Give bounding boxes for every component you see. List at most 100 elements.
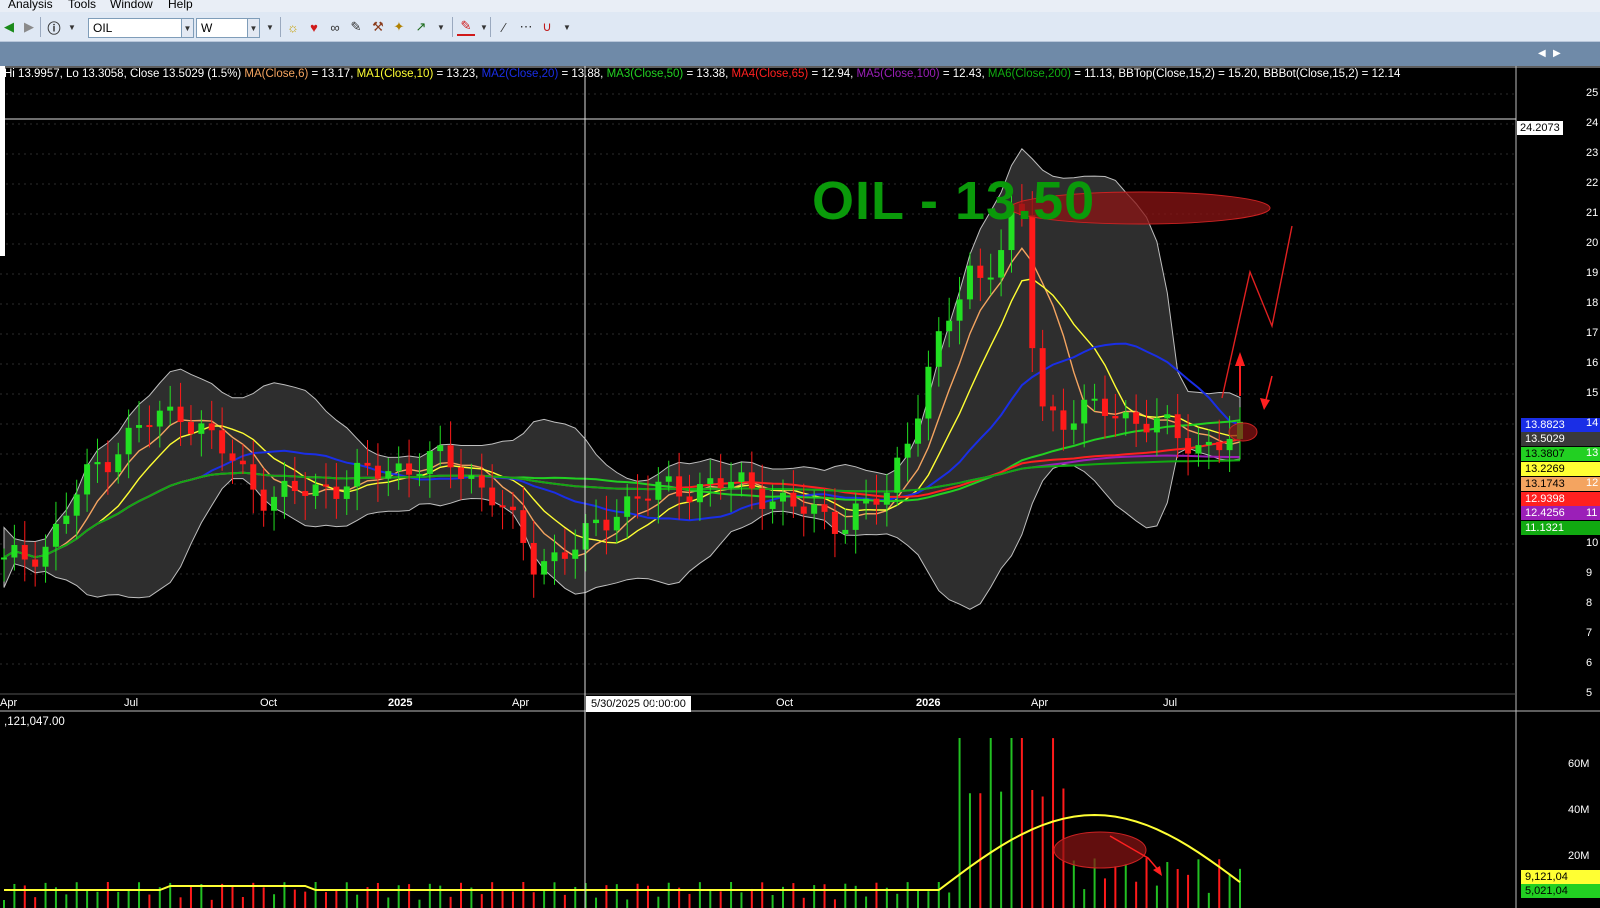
legend-label: MA6(Close,200) <box>987 68 1071 80</box>
volume-legend: ,121,047.00 <box>4 716 65 728</box>
export-icon[interactable]: ↗ <box>412 18 430 36</box>
toolbar-separator <box>452 17 453 37</box>
y-axis-label: 22 <box>1586 177 1599 189</box>
menu-analysis[interactable]: Analysis <box>8 0 53 11</box>
line-tool-icon[interactable]: ∕ <box>495 18 513 36</box>
candle-body <box>863 498 870 504</box>
legend-label: BBTop(Close,15,2) <box>1118 68 1215 80</box>
candle-body <box>229 453 236 461</box>
legend-label: MA5(Close,100) <box>856 68 940 80</box>
menu-tools[interactable]: Tools <box>68 0 96 11</box>
sun-icon[interactable]: ☼ <box>284 18 302 36</box>
candle-body <box>935 331 942 367</box>
legend-value: = 12.14 <box>1358 68 1401 80</box>
legend-value: = 15.20, <box>1214 68 1264 80</box>
candle-body <box>125 427 132 455</box>
x-axis-label: Jul <box>1163 697 1178 709</box>
legend-label: MA4(Close,65) <box>731 68 809 80</box>
symbol-combo[interactable]: OIL ▼ <box>88 18 194 38</box>
toolbar-separator <box>280 17 281 37</box>
interval-value: W <box>201 21 213 35</box>
menu-window[interactable]: Window <box>110 0 153 11</box>
magnet-icon[interactable]: ∪ <box>538 18 556 36</box>
y-axis-label: 19 <box>1586 267 1599 279</box>
candle-body <box>1050 406 1057 411</box>
candle-body <box>271 496 278 511</box>
candle-body <box>1122 412 1129 419</box>
price-tag: 13.2269 <box>1521 462 1600 476</box>
candle-body <box>1112 415 1119 419</box>
candle-body <box>1185 438 1192 454</box>
info-dropdown-icon[interactable]: ▼ <box>63 18 81 36</box>
chevron-down-icon[interactable]: ▼ <box>181 19 193 37</box>
eraser-icon[interactable]: ✎ <box>347 18 365 36</box>
interval-combo[interactable]: W ▼ <box>196 18 260 38</box>
y-axis-label: 21 <box>1586 207 1599 219</box>
dotted-line-icon[interactable]: ⋯ <box>516 18 534 36</box>
back-icon[interactable]: ◀ <box>0 18 18 36</box>
candle-body <box>1153 418 1160 433</box>
candle-body <box>198 423 205 434</box>
candle-body <box>1143 423 1150 433</box>
glasses-icon[interactable]: ∞ <box>326 18 344 36</box>
candle-body <box>291 480 298 492</box>
candle-body <box>406 463 413 475</box>
candle-body <box>250 464 257 490</box>
y-axis-label: 18 <box>1586 297 1599 309</box>
y-axis-label: 25 <box>1586 87 1599 99</box>
candle-body <box>499 505 506 508</box>
legend-label: MA2(Close,20) <box>481 68 559 80</box>
heart-icon[interactable]: ♥ <box>305 18 323 36</box>
candle-body <box>52 523 59 547</box>
magic-wand-icon[interactable]: ✦ <box>390 18 408 36</box>
candle-body <box>478 475 485 488</box>
hammer-icon[interactable]: ⚒ <box>369 18 387 36</box>
candle-body <box>655 481 662 500</box>
candle-body <box>208 423 215 431</box>
candle-body <box>530 542 537 575</box>
magnet-dropdown-icon[interactable]: ▼ <box>558 18 576 36</box>
scroll-left-icon[interactable]: ◀ <box>1538 48 1546 59</box>
candle-body <box>634 496 641 499</box>
candle-body <box>73 494 80 516</box>
candle-body <box>873 498 880 505</box>
candle-body <box>707 478 714 485</box>
candle-body <box>728 481 735 489</box>
menu-help[interactable]: Help <box>168 0 193 11</box>
info-icon[interactable]: ⓘ <box>45 18 63 36</box>
volume-ellipse <box>1053 831 1147 869</box>
chevron-down-icon[interactable]: ▼ <box>247 19 259 37</box>
scroll-right-icon[interactable]: ▶ <box>1553 48 1561 59</box>
export-dropdown-icon[interactable]: ▼ <box>432 18 450 36</box>
candle-body <box>998 250 1005 278</box>
forward-icon[interactable]: ▶ <box>20 18 38 36</box>
price-chart[interactable] <box>0 66 1600 908</box>
volume-tag: 5,021,04 <box>1521 884 1600 898</box>
candle-body <box>239 460 246 465</box>
candle-body <box>302 491 309 496</box>
interval-dropdown-icon[interactable]: ▼ <box>261 18 279 36</box>
candle-body <box>333 486 340 499</box>
candle-body <box>676 476 683 497</box>
candle-body <box>167 406 174 411</box>
y-axis-label: 13 <box>1586 447 1599 459</box>
volume-bars <box>3 738 1241 908</box>
menu-bar: Analysis Tools Window Help <box>0 0 1600 12</box>
x-axis-label: Oct <box>260 697 278 709</box>
candle-body <box>1174 414 1181 439</box>
legend-value: = 13.17, <box>308 68 357 80</box>
candle-body <box>1039 348 1046 407</box>
candle-body <box>821 504 828 512</box>
candle-body <box>1029 215 1036 349</box>
legend-value: = 13.38, <box>683 68 732 80</box>
y-axis-label: 10 <box>1586 537 1599 549</box>
pen-color-icon[interactable]: ✎ <box>457 18 475 36</box>
candle-body <box>541 561 548 575</box>
y-axis-label: 6 <box>1586 657 1593 669</box>
y-axis-label: 16 <box>1586 357 1599 369</box>
y-axis-label: 8 <box>1586 597 1593 609</box>
candle-body <box>1070 423 1077 430</box>
candle-body <box>1164 414 1171 419</box>
candle-body <box>447 445 454 468</box>
candle-body <box>946 320 953 332</box>
